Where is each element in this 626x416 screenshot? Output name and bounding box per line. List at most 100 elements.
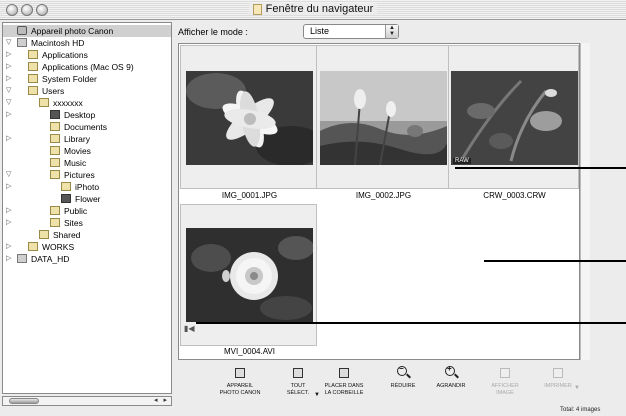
- callout-line: [196, 322, 626, 324]
- sidebar-item[interactable]: ▷ iPhoto: [3, 181, 171, 193]
- callout-line: [484, 260, 626, 262]
- disclosure-collapsed-icon[interactable]: ▷: [6, 111, 14, 119]
- folder-icon: [50, 134, 60, 143]
- home-icon: [39, 98, 49, 107]
- toolbar-button-camera[interactable]: APPAREIL PHOTO CANON: [214, 366, 266, 397]
- toolbar-button-zoom-out[interactable]: − RÉDUIRE: [377, 365, 429, 390]
- zoom-in-icon: +: [444, 365, 458, 380]
- disclosure-collapsed-icon: [6, 231, 14, 239]
- view-mode-value: Liste: [310, 26, 330, 36]
- sidebar-item[interactable]: ▷ DATA_HD: [3, 253, 171, 265]
- sidebar-item-label: Movies: [64, 146, 91, 156]
- sidebar-item-label: Documents: [64, 122, 107, 132]
- thumbnail-cell[interactable]: ▮◀ MVI_0004.AVI: [180, 204, 317, 356]
- view-mode-label: Afficher le mode :: [178, 27, 248, 37]
- disclosure-expanded-icon[interactable]: ▽: [6, 99, 14, 107]
- sidebar-item[interactable]: Appareil photo Canon: [3, 25, 171, 37]
- thumbnail-image[interactable]: [186, 71, 313, 165]
- grid-vertical-scrollbar[interactable]: [580, 43, 590, 360]
- disclosure-collapsed-icon: [6, 195, 14, 203]
- sidebar-item[interactable]: Flower: [3, 193, 171, 205]
- sidebar-item[interactable]: ▷ System Folder: [3, 73, 171, 85]
- sidebar-item[interactable]: ▷ Applications: [3, 49, 171, 61]
- toolbar-button-select-all[interactable]: TOUT SÉLECT. ▼: [272, 366, 324, 398]
- title-bar[interactable]: Fenêtre du navigateur: [0, 0, 626, 20]
- thumbnail-image[interactable]: RAW: [451, 71, 578, 165]
- dark-folder-icon: [61, 194, 71, 203]
- scroll-arrows[interactable]: ◂ ▸: [154, 397, 169, 405]
- sidebar-item-label: Users: [42, 86, 65, 96]
- sidebar-item[interactable]: ▷ Sites: [3, 217, 171, 229]
- sidebar-horizontal-scrollbar[interactable]: ◂ ▸: [2, 396, 172, 406]
- window-title-area: Fenêtre du navigateur: [0, 3, 626, 18]
- disclosure-collapsed-icon[interactable]: ▷: [6, 207, 14, 215]
- sidebar-item-label: Appareil photo Canon: [31, 26, 114, 36]
- raw-badge: RAW: [453, 158, 471, 164]
- sidebar-item[interactable]: Documents: [3, 121, 171, 133]
- sidebar-item-label: Shared: [53, 230, 81, 240]
- disclosure-expanded-icon[interactable]: ▽: [6, 39, 14, 47]
- disclosure-expanded-icon[interactable]: ▽: [6, 171, 14, 179]
- select-arrows-icon: ▲ ▼: [385, 25, 398, 38]
- toolbar-button-trash[interactable]: PLACER DANS LA CORBEILLE: [318, 366, 370, 397]
- folder-icon: [50, 218, 60, 227]
- sidebar-item[interactable]: Shared: [3, 229, 171, 241]
- sidebar-item[interactable]: ▽ xxxxxxx: [3, 97, 171, 109]
- toolbar-button-sublabel: LA CORBEILLE: [324, 390, 364, 396]
- print-icon: [551, 366, 565, 380]
- sidebar-item[interactable]: ▷ Library: [3, 133, 171, 145]
- toolbar-button-zoom-in[interactable]: + AGRANDIR: [425, 365, 477, 390]
- sidebar-item[interactable]: ▷ Public: [3, 205, 171, 217]
- folder-icon: [50, 146, 60, 155]
- disclosure-collapsed-icon[interactable]: ▷: [6, 63, 14, 71]
- sidebar-item[interactable]: ▷ Desktop: [3, 109, 171, 121]
- camera-icon: [233, 366, 247, 380]
- thumbnail-image[interactable]: [186, 228, 313, 322]
- sidebar-item[interactable]: ▷ WORKS: [3, 241, 171, 253]
- view-mode-select[interactable]: Liste ▲ ▼: [303, 24, 399, 39]
- sidebar-item-label: System Folder: [42, 74, 97, 84]
- camera-icon: [17, 26, 27, 35]
- thumbnail-caption: IMG_0002.JPG: [355, 191, 412, 200]
- disclosure-collapsed-icon[interactable]: ▷: [6, 255, 14, 263]
- dropdown-arrow-icon[interactable]: ▼: [574, 385, 580, 392]
- thumbnail-cell[interactable]: IMG_0002.JPG: [316, 45, 449, 200]
- toolbar-button-label: RÉDUIRE: [390, 383, 416, 389]
- sidebar-item[interactable]: ▽ Pictures: [3, 169, 171, 181]
- disclosure-collapsed-icon[interactable]: ▷: [6, 219, 14, 227]
- thumbnail-image[interactable]: [320, 71, 447, 165]
- sidebar-item[interactable]: ▷ Applications (Mac OS 9): [3, 61, 171, 73]
- document-icon: [252, 3, 262, 15]
- toolbar-button-print[interactable]: IMPRIMER ▼: [532, 366, 584, 392]
- sidebar-item-label: Flower: [75, 194, 101, 204]
- folder-icon: [28, 74, 38, 83]
- sidebar-item-label: DATA_HD: [31, 254, 70, 264]
- sidebar-item[interactable]: ▽ Macintosh HD: [3, 37, 171, 49]
- thumbnail-grid[interactable]: IMG_0001.JPG IMG_0002.JPG RAW CRW_0003.C…: [178, 43, 580, 360]
- disclosure-collapsed-icon[interactable]: ▷: [6, 75, 14, 83]
- sidebar-item[interactable]: Movies: [3, 145, 171, 157]
- disclosure-collapsed-icon[interactable]: ▷: [6, 51, 14, 59]
- scrollbar-thumb[interactable]: [9, 398, 39, 404]
- sidebar-item[interactable]: Music: [3, 157, 171, 169]
- toolbar-button-view-image[interactable]: AFFICHER IMAGE: [479, 366, 531, 397]
- sidebar-item-label: WORKS: [42, 242, 75, 252]
- disclosure-expanded-icon[interactable]: ▽: [6, 87, 14, 95]
- trash-icon: [337, 366, 351, 380]
- disclosure-collapsed-icon: [6, 27, 14, 35]
- disclosure-collapsed-icon[interactable]: ▷: [6, 183, 14, 191]
- toolbar-button-sublabel: IMAGE: [496, 390, 514, 396]
- sidebar-item-label: Music: [64, 158, 87, 168]
- sidebar-item[interactable]: ▽ Users: [3, 85, 171, 97]
- disclosure-collapsed-icon[interactable]: ▷: [6, 243, 14, 251]
- disclosure-collapsed-icon[interactable]: ▷: [6, 135, 14, 143]
- disclosure-collapsed-icon: [6, 123, 14, 131]
- harddisk-icon: [17, 254, 27, 263]
- movie-icon: ▮◀: [184, 324, 195, 333]
- sidebar-item-label: Library: [64, 134, 90, 144]
- select-all-icon: [291, 366, 305, 380]
- thumbnail-cell[interactable]: IMG_0001.JPG: [180, 45, 317, 200]
- sidebar-item-label: Public: [64, 206, 88, 216]
- folder-tree[interactable]: Appareil photo Canon ▽ Macintosh HD ▷ Applic…: [2, 22, 172, 394]
- toolbar-button-sublabel: PHOTO CANON: [219, 390, 261, 396]
